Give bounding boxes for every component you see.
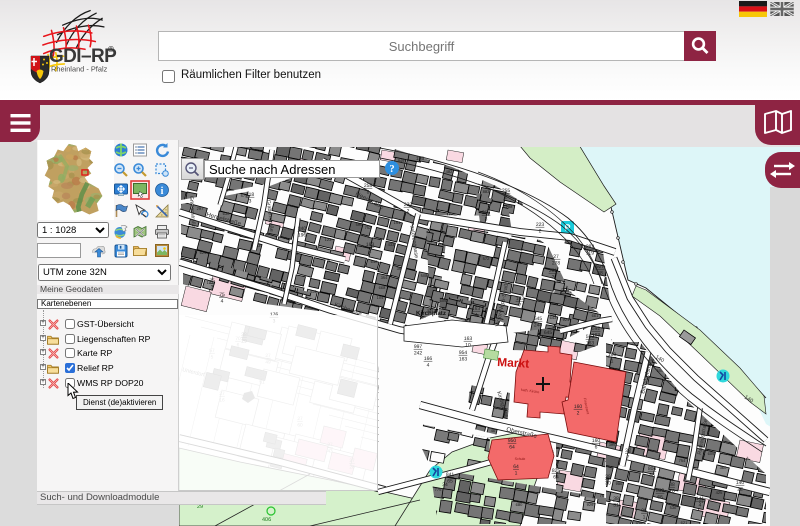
svg-text:i: i [161,186,164,197]
svg-text:10: 10 [465,343,471,349]
svg-text:1: 1 [515,471,518,477]
svg-text:163: 163 [586,341,595,347]
svg-text:2: 2 [577,411,580,417]
svg-text:163: 163 [592,333,601,339]
svg-text:360: 360 [720,465,727,470]
svg-text:3: 3 [211,285,214,291]
svg-text:68: 68 [597,271,603,277]
svg-text:425: 425 [716,490,723,495]
svg-text:31: 31 [613,503,619,509]
svg-text:883: 883 [483,189,490,194]
svg-text:196: 196 [298,233,307,239]
svg-text:4: 4 [427,363,430,369]
svg-text:244: 244 [534,323,543,329]
svg-text:104: 104 [377,295,384,300]
svg-text:6: 6 [564,295,567,301]
svg-text:?: ? [389,164,394,175]
svg-text:123: 123 [325,237,332,242]
svg-text:Markt: Markt [497,355,530,371]
svg-text:3: 3 [485,217,488,223]
svg-text:242: 242 [414,351,423,357]
svg-text:Rheinland - Pfalz: Rheinland - Pfalz [51,65,108,74]
svg-text:1: 1 [611,359,614,365]
svg-text:4: 4 [699,503,702,509]
svg-text:2: 2 [369,249,372,255]
svg-text:®: ® [108,45,114,54]
svg-text:Kirchplatz: Kirchplatz [416,310,446,317]
svg-text:645: 645 [544,330,553,336]
svg-text:64: 64 [509,445,515,451]
svg-text:668: 668 [379,285,386,290]
svg-text:754: 754 [679,458,686,463]
svg-text:661: 661 [592,313,599,318]
svg-text:2: 2 [539,229,542,235]
svg-text:8: 8 [367,190,370,196]
svg-text:6: 6 [595,445,598,451]
svg-text:433: 433 [388,242,395,247]
svg-text:640: 640 [371,259,378,264]
svg-text:924: 924 [563,317,570,322]
svg-text:775: 775 [435,487,442,492]
svg-text:7: 7 [519,303,522,309]
svg-text:278: 278 [552,261,561,267]
svg-text:536: 536 [670,505,677,510]
svg-text:64: 64 [553,475,559,481]
svg-text:195: 195 [416,156,425,162]
svg-text:26: 26 [669,489,675,495]
svg-text:395: 395 [609,442,616,447]
svg-text:7: 7 [627,455,630,461]
svg-text:354: 354 [381,275,388,280]
svg-text:752: 752 [365,225,372,230]
svg-text:65: 65 [447,479,453,485]
svg-text:2: 2 [407,209,410,215]
svg-text:572: 572 [483,256,490,261]
svg-text:297: 297 [197,206,204,211]
svg-text:119: 119 [586,251,594,257]
svg-text:4: 4 [221,299,224,305]
svg-text:680: 680 [516,502,523,507]
svg-text:151: 151 [394,220,401,225]
svg-text:30: 30 [605,481,611,487]
svg-text:2: 2 [552,275,555,281]
svg-text:508: 508 [421,273,428,278]
svg-text:2: 2 [505,195,508,201]
svg-text:4: 4 [475,313,478,319]
svg-text:624: 624 [200,250,207,255]
svg-text:88: 88 [649,473,655,479]
svg-text:605: 605 [440,298,447,303]
svg-text:605: 605 [708,451,715,456]
svg-text:Schule: Schule [515,457,526,461]
svg-text:22: 22 [737,487,743,493]
svg-text:590: 590 [356,222,363,227]
svg-text:643: 643 [550,315,557,320]
svg-text:406: 406 [262,517,271,523]
svg-text:986: 986 [616,481,623,486]
svg-text:929: 929 [587,502,594,507]
svg-text:1: 1 [643,515,646,521]
svg-text:482: 482 [446,169,453,174]
svg-text:3: 3 [249,199,252,205]
svg-text:163: 163 [459,357,468,363]
svg-text:66: 66 [657,495,663,501]
